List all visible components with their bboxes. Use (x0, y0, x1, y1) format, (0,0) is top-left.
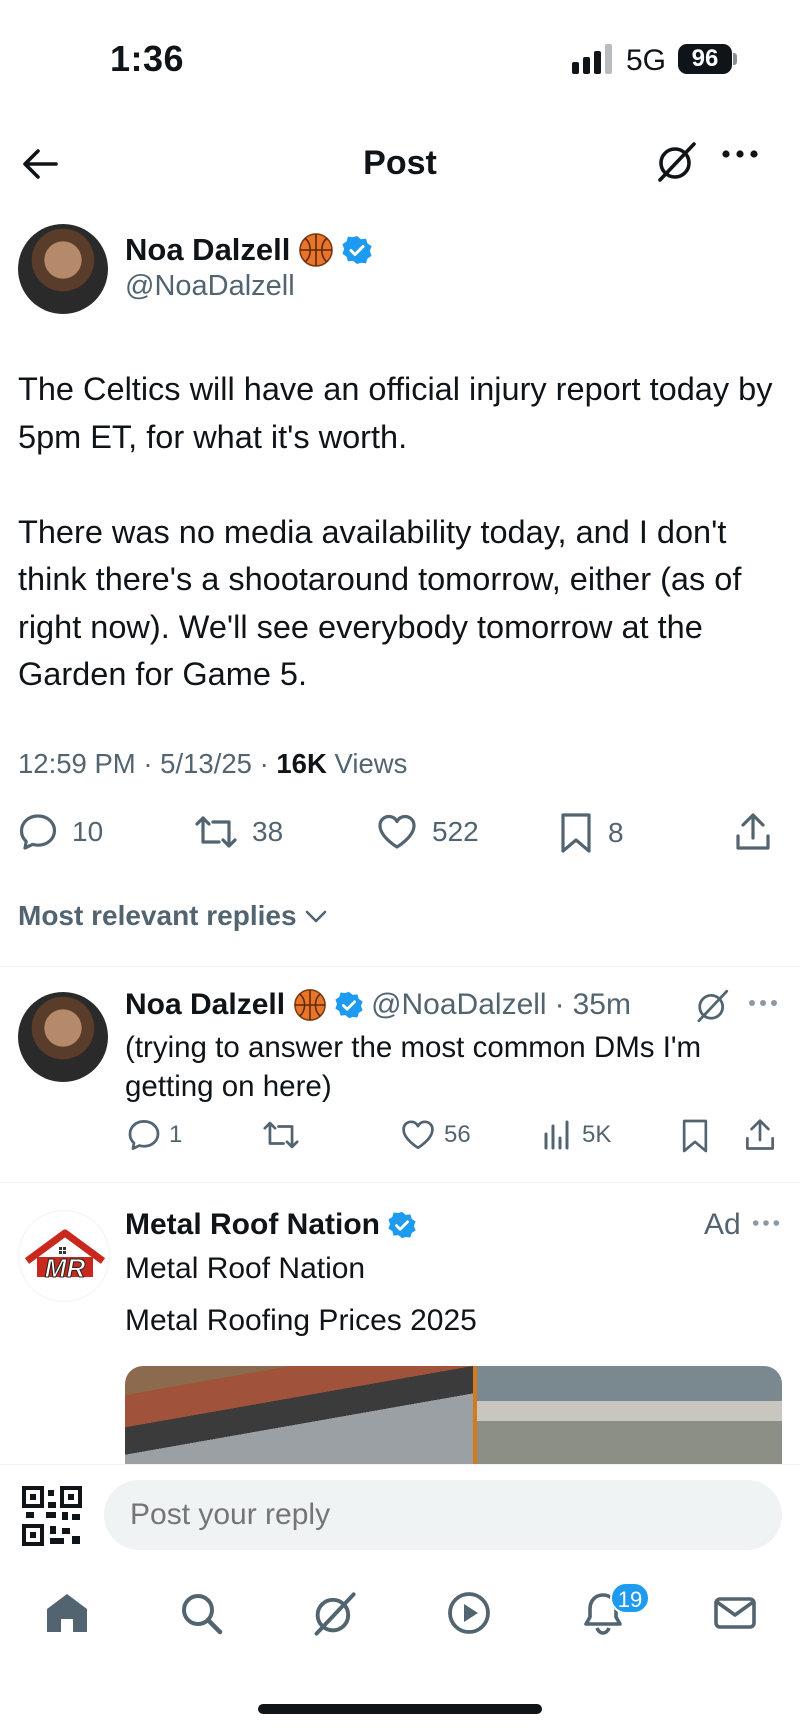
divider (0, 1182, 800, 1183)
reply-input[interactable] (104, 1480, 782, 1550)
advertiser-name: Metal Roof Nation (125, 1208, 380, 1241)
replies-sort-dropdown[interactable]: Most relevant replies (18, 900, 329, 932)
reply-share-button[interactable] (744, 1118, 776, 1152)
like-icon (378, 814, 416, 849)
grok-icon[interactable] (654, 140, 698, 184)
like-button[interactable]: 522 (376, 812, 479, 852)
mail-icon (714, 1597, 756, 1629)
network-type: 5G (626, 44, 667, 77)
share-icon (736, 813, 770, 850)
reply-button[interactable]: 10 (18, 812, 103, 852)
repost-count: 38 (252, 816, 284, 847)
battery-tip (733, 53, 737, 65)
post-actions: 10 38 522 8 (0, 812, 800, 862)
more-icon[interactable] (720, 148, 760, 160)
reply-like-button[interactable]: 56 (400, 1118, 471, 1152)
ad-media[interactable] (125, 1366, 782, 1466)
repost-button[interactable]: 38 (194, 812, 283, 852)
grok-icon[interactable] (694, 988, 730, 1024)
verified-badge-icon (388, 1211, 416, 1239)
bookmark-icon (561, 813, 591, 853)
author-handle[interactable]: @NoaDalzell (125, 270, 295, 303)
verified-badge-icon (342, 235, 372, 265)
reply-repost-button[interactable] (262, 1118, 300, 1152)
reply-text: (trying to answer the most common DMs I'… (125, 1031, 702, 1103)
reply-views-count: 5K (582, 1121, 612, 1148)
reply-icon (19, 814, 57, 850)
ad-headline[interactable]: Metal Roofing Prices 2025 (125, 1304, 477, 1338)
advertiser-logo[interactable]: MR (18, 1210, 110, 1302)
reply-count: 10 (72, 816, 104, 847)
home-icon (47, 1594, 87, 1632)
like-count: 522 (432, 816, 479, 847)
reply-reply-button[interactable]: 1 (127, 1118, 182, 1152)
reply-icon (128, 1120, 160, 1150)
post-date: 5/13/25 (160, 748, 252, 779)
verified-badge-icon (335, 991, 363, 1019)
tab-video[interactable] (446, 1590, 492, 1636)
basketball-emoji-icon (298, 232, 334, 268)
share-icon (746, 1119, 774, 1150)
reply-views-button[interactable]: 5K (542, 1118, 611, 1152)
grok-icon (314, 1592, 356, 1636)
advertiser-name-row[interactable]: Metal Roof Nation (125, 1208, 416, 1242)
views-icon (544, 1120, 569, 1150)
status-time: 1:36 (110, 38, 185, 79)
tab-grok[interactable] (310, 1590, 358, 1638)
search-icon (182, 1594, 223, 1635)
ad-subtitle: Metal Roof Nation (125, 1252, 366, 1285)
more-icon[interactable] (747, 998, 779, 1008)
tab-home[interactable] (44, 1590, 90, 1636)
views-label: Views (334, 748, 408, 779)
ad-image-roof (125, 1366, 473, 1466)
play-icon (448, 1592, 490, 1634)
share-button[interactable] (734, 812, 772, 852)
battery-indicator: 96 (678, 44, 732, 74)
reply-actions: 1 56 5K (0, 1118, 800, 1158)
reply-avatar[interactable] (18, 992, 108, 1082)
bookmark-button[interactable]: 8 (558, 812, 624, 854)
reply-reply-count: 1 (169, 1121, 183, 1148)
reply-age: 35m (572, 988, 631, 1021)
post-time: 12:59 PM (18, 748, 136, 779)
cellular-signal-icon (572, 44, 612, 74)
chevron-down-icon (305, 910, 326, 923)
reply-like-count: 56 (444, 1121, 471, 1148)
home-indicator (258, 1704, 542, 1714)
post-text: The Celtics will have an official injury… (18, 371, 773, 692)
avatar[interactable] (18, 224, 108, 314)
bookmark-count: 8 (608, 817, 624, 848)
reply-author-handle: @NoaDalzell (371, 988, 547, 1021)
repost-icon (195, 816, 237, 848)
tab-search[interactable] (178, 1590, 224, 1636)
ad-image-yard (477, 1366, 782, 1466)
qr-code-icon[interactable] (22, 1486, 82, 1546)
post-meta: 12:59 PM · 5/13/25 · 16K Views (18, 748, 408, 779)
replies-sort-label: Most relevant replies (18, 900, 297, 931)
more-icon[interactable] (751, 1218, 781, 1228)
author-name: Noa Dalzell (125, 232, 291, 267)
bookmark-icon (682, 1119, 708, 1153)
reply-header[interactable]: Noa Dalzell @NoaDalzell · 35m (125, 988, 631, 1022)
ad-label: Ad (704, 1208, 741, 1241)
author-name-row[interactable]: Noa Dalzell (125, 232, 372, 268)
divider (0, 966, 800, 967)
views-count[interactable]: 16K (276, 748, 326, 779)
basketball-emoji-icon (293, 988, 327, 1022)
advertiser-logo-text: MR (45, 1253, 86, 1283)
repost-icon (263, 1121, 299, 1149)
like-icon (402, 1120, 434, 1150)
tab-messages[interactable] (712, 1590, 758, 1636)
notifications-badge: 19 (610, 1582, 650, 1614)
reply-author-name: Noa Dalzell (125, 988, 286, 1021)
reply-bookmark-button[interactable] (680, 1118, 710, 1154)
